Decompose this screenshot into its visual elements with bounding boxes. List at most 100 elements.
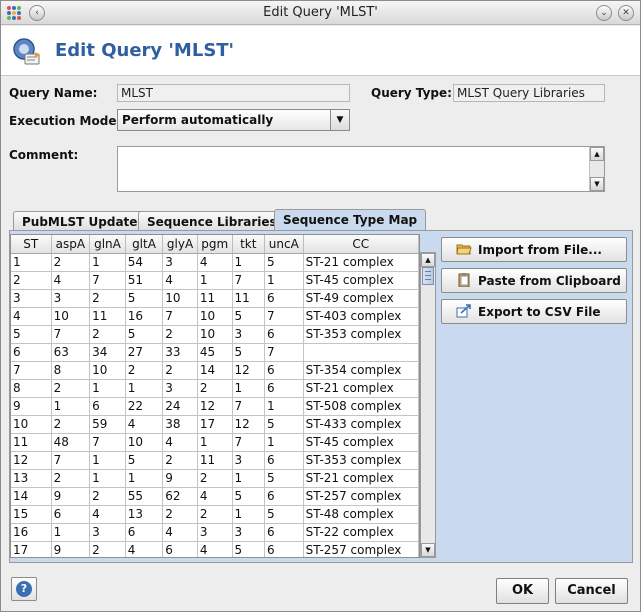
table-cell[interactable]: 55 <box>125 487 164 506</box>
tab-sequence-type-map[interactable]: Sequence Type Map <box>274 209 427 231</box>
table-cell[interactable]: 17 <box>197 415 233 434</box>
table-cell[interactable]: 4 <box>51 271 91 290</box>
export-to-csv-button[interactable]: Export to CSV File <box>441 299 627 324</box>
table-cell[interactable]: 3 <box>232 325 265 344</box>
table-cell[interactable]: ST-45 complex <box>303 271 419 290</box>
table-cell[interactable]: 1 <box>89 451 126 470</box>
table-cell[interactable]: 54 <box>125 253 164 272</box>
table-cell[interactable]: 6 <box>264 289 304 308</box>
table-cell[interactable]: 2 <box>162 451 198 470</box>
table-cell[interactable]: 7 <box>232 433 265 452</box>
table-cell[interactable]: 5 <box>264 505 304 524</box>
column-header-glya[interactable]: glyA <box>162 235 198 254</box>
table-cell[interactable]: 6 <box>125 523 164 542</box>
table-cell[interactable]: 2 <box>89 325 126 344</box>
table-cell[interactable]: 11 <box>232 289 265 308</box>
table-cell[interactable]: 3 <box>89 523 126 542</box>
table-cell[interactable]: 2 <box>51 415 91 434</box>
close-icon[interactable]: ✕ <box>618 5 634 21</box>
table-row[interactable]: 1 2 1 54 3 4 1 5 ST-21 complex <box>11 253 419 272</box>
table-cell[interactable]: 7 <box>89 433 126 452</box>
table-cell[interactable]: 7 <box>232 397 265 416</box>
sequence-type-table[interactable]: ST aspA glnA gltA glyA pgm tkt uncA CC 1 2 1 54 3 4 1 5… <box>10 234 420 558</box>
table-cell[interactable]: ST-354 complex <box>303 361 419 380</box>
table-cell[interactable]: ST-21 complex <box>303 379 419 398</box>
table-cell[interactable]: ST-49 complex <box>303 289 419 308</box>
table-cell[interactable]: 7 <box>89 271 126 290</box>
table-cell[interactable]: 6 <box>162 541 198 557</box>
table-cell[interactable]: 48 <box>51 433 91 452</box>
table-cell[interactable]: 11 <box>197 289 233 308</box>
table-cell[interactable]: 5 <box>232 487 265 506</box>
execution-mode-select[interactable]: Perform automatically ▼ <box>117 109 350 131</box>
table-cell[interactable]: 1 <box>89 469 126 488</box>
table-cell[interactable]: 5 <box>125 289 164 308</box>
cancel-button[interactable]: Cancel <box>555 578 628 604</box>
table-cell[interactable]: 3 <box>11 289 52 308</box>
table-cell[interactable]: ST-48 complex <box>303 505 419 524</box>
table-cell[interactable]: 1 <box>232 253 265 272</box>
table-cell[interactable]: 2 <box>162 505 198 524</box>
table-scrollbar[interactable]: ▲ ▼ <box>420 252 436 558</box>
table-cell[interactable]: 2 <box>89 487 126 506</box>
table-cell[interactable]: 7 <box>51 451 91 470</box>
table-cell[interactable]: 1 <box>51 397 91 416</box>
table-cell[interactable]: 5 <box>232 541 265 557</box>
table-cell[interactable]: 62 <box>162 487 198 506</box>
table-cell[interactable]: 2 <box>89 541 126 557</box>
table-cell[interactable]: 2 <box>162 325 198 344</box>
table-cell[interactable]: 33 <box>162 343 198 362</box>
table-cell[interactable]: ST-21 complex <box>303 469 419 488</box>
table-row[interactable]: 12 7 1 5 2 11 3 6 ST-353 complex <box>11 451 419 470</box>
table-cell[interactable]: 5 <box>264 469 304 488</box>
table-cell[interactable]: 11 <box>11 433 52 452</box>
table-cell[interactable]: ST-22 complex <box>303 523 419 542</box>
column-header-st[interactable]: ST <box>11 235 52 254</box>
table-cell[interactable]: 1 <box>125 379 164 398</box>
column-header-glta[interactable]: gltA <box>125 235 164 254</box>
table-cell[interactable]: 10 <box>89 361 126 380</box>
table-cell[interactable]: 3 <box>162 379 198 398</box>
table-cell[interactable]: 11 <box>89 307 126 326</box>
table-cell[interactable]: 1 <box>51 523 91 542</box>
table-cell[interactable]: 4 <box>162 523 198 542</box>
table-cell[interactable]: 1 <box>197 433 233 452</box>
table-row[interactable]: 13 2 1 1 9 2 1 5 ST-21 complex <box>11 469 419 488</box>
table-cell[interactable]: 1 <box>264 397 304 416</box>
table-row[interactable]: 4 10 11 16 7 10 5 7 ST-403 complex <box>11 307 419 326</box>
table-row[interactable]: 16 1 3 6 4 3 3 6 ST-22 complex <box>11 523 419 542</box>
table-cell[interactable]: 6 <box>264 541 304 557</box>
table-cell[interactable]: 1 <box>232 505 265 524</box>
table-cell[interactable]: 5 <box>125 325 164 344</box>
table-cell[interactable]: 27 <box>125 343 164 362</box>
column-header-glna[interactable]: glnA <box>89 235 126 254</box>
table-cell[interactable]: 2 <box>197 469 233 488</box>
table-cell[interactable]: 2 <box>51 253 91 272</box>
table-cell[interactable]: 13 <box>11 469 52 488</box>
table-cell[interactable]: 4 <box>125 541 164 557</box>
scroll-down-icon[interactable]: ▼ <box>590 177 604 191</box>
table-cell[interactable]: 5 <box>125 451 164 470</box>
table-cell[interactable]: 4 <box>125 415 164 434</box>
chevron-down-icon[interactable]: ▼ <box>330 110 349 130</box>
scroll-up-icon[interactable]: ▲ <box>421 253 435 267</box>
column-header-cc[interactable]: CC <box>303 235 419 254</box>
table-cell[interactable]: 6 <box>264 379 304 398</box>
table-cell[interactable]: 2 <box>51 469 91 488</box>
tab-sequence-libraries[interactable]: Sequence Libraries <box>138 211 286 231</box>
table-cell[interactable]: 6 <box>264 487 304 506</box>
table-cell[interactable]: 5 <box>264 415 304 434</box>
table-cell[interactable]: 3 <box>232 523 265 542</box>
table-row[interactable]: 8 2 1 1 3 2 1 6 ST-21 complex <box>11 379 419 398</box>
comment-textarea[interactable]: ▲ ▼ <box>117 146 605 192</box>
table-cell[interactable]: 5 <box>264 253 304 272</box>
table-cell[interactable]: ST-433 complex <box>303 415 419 434</box>
table-cell[interactable]: 4 <box>162 433 198 452</box>
table-cell[interactable]: ST-353 complex <box>303 451 419 470</box>
column-header-pgm[interactable]: pgm <box>197 235 233 254</box>
table-cell[interactable]: 7 <box>162 307 198 326</box>
table-cell[interactable]: 9 <box>162 469 198 488</box>
table-row[interactable]: 3 3 2 5 10 11 11 6 ST-49 complex <box>11 289 419 308</box>
table-cell[interactable]: 12 <box>197 397 233 416</box>
table-row[interactable]: 7 8 10 2 2 14 12 6 ST-354 complex <box>11 361 419 380</box>
